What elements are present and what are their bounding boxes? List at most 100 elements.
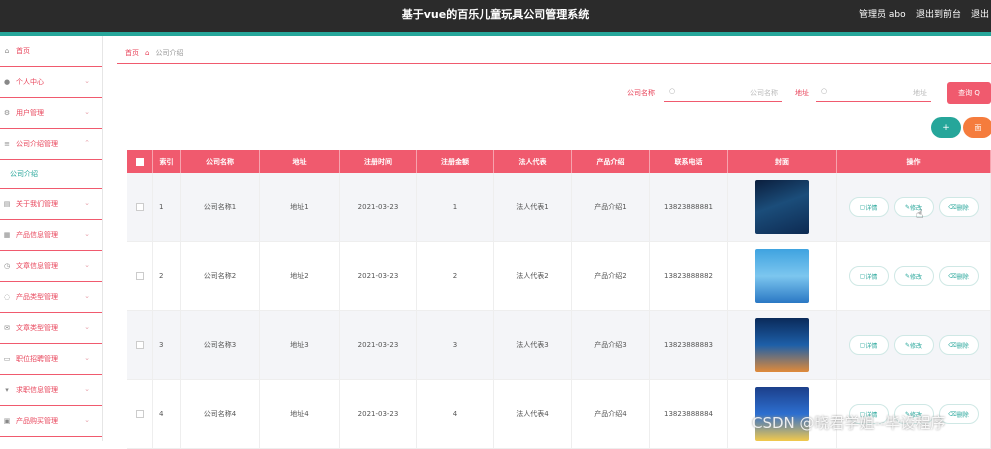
sidebar-item-label: 求职信息管理 <box>16 386 58 394</box>
cell-reg-amount: 1 <box>417 173 494 241</box>
cell-address: 地址3 <box>260 311 340 379</box>
cell-product-intro: 产品介绍1 <box>572 173 650 241</box>
cell-product-intro: 产品介绍3 <box>572 311 650 379</box>
company-table: 索引 公司名称 地址 注册时间 注册金额 法人代表 产品介绍 联系电话 封面 操… <box>127 150 991 449</box>
cell-reg-amount: 3 <box>417 311 494 379</box>
cell-reg-amount: 2 <box>417 242 494 310</box>
power-icon: ◌ <box>3 293 11 301</box>
sidebar: ⌂ 首页 ● 个人中心 ⌄ ⚙ 用户管理 ⌄ ≡ 公司介绍管理 ⌃ 公司介绍 ▤ 关于我们管理 ⌄… <box>0 36 103 441</box>
query-button[interactable]: 查询 Q <box>947 82 991 104</box>
detail-button[interactable]: ▢ 详情 <box>848 197 889 217</box>
sidebar-subitem-company-intro[interactable]: 公司介绍 <box>0 160 102 189</box>
sidebar-item-label: 产品信息管理 <box>16 231 58 239</box>
cell-index: 4 <box>153 380 181 448</box>
search-icon: ○ <box>669 87 676 95</box>
col-phone: 联系电话 <box>650 150 728 173</box>
cover-image[interactable] <box>755 249 809 303</box>
cell-phone: 13823888882 <box>650 242 728 310</box>
chevron-down-icon: ⌄ <box>84 199 90 207</box>
col-reg-amount: 注册金额 <box>417 150 494 173</box>
delete-button[interactable]: ⌫ 删除 <box>938 266 979 286</box>
select-all-checkbox[interactable] <box>135 157 144 166</box>
chevron-down-icon: ⌄ <box>84 261 90 269</box>
cell-phone: 13823888883 <box>650 311 728 379</box>
watermark: CSDN @晓君学姐--毕设程序 <box>752 414 946 432</box>
edit-button[interactable]: ✎ 修改 <box>893 197 934 217</box>
sidebar-item-article-types[interactable]: ✉ 文章类型管理 ⌄ <box>0 313 102 344</box>
sidebar-item-users[interactable]: ⚙ 用户管理 ⌄ <box>0 98 102 129</box>
list-icon: ≡ <box>4 140 10 148</box>
logout-link[interactable]: 退出 <box>971 7 989 20</box>
chevron-down-icon: ⌄ <box>84 292 90 300</box>
row-checkbox[interactable] <box>135 410 144 418</box>
col-index: 索引 <box>153 150 181 173</box>
row-select-cell[interactable] <box>127 173 153 241</box>
settings-icon: ⚙ <box>3 109 11 117</box>
cell-legal-rep: 法人代表2 <box>494 242 572 310</box>
row-select-cell[interactable] <box>127 311 153 379</box>
cell-reg-date: 2021-03-23 <box>340 173 417 241</box>
row-checkbox[interactable] <box>135 203 144 211</box>
cell-cover <box>728 173 837 241</box>
cell-legal-rep: 法人代表1 <box>494 173 572 241</box>
sidebar-item-applications[interactable]: ▾ 求职信息管理 ⌄ <box>0 375 102 406</box>
address-placeholder: 地址 <box>913 89 927 97</box>
detail-button[interactable]: ▢ 详情 <box>848 335 889 355</box>
cell-index: 1 <box>153 173 181 241</box>
cell-address: 地址2 <box>260 242 340 310</box>
delete-button[interactable]: ⌫ 删除 <box>938 197 979 217</box>
cell-company-name: 公司名称4 <box>181 380 260 448</box>
chevron-down-icon: ⌄ <box>84 416 90 424</box>
row-select-cell[interactable] <box>127 242 153 310</box>
sidebar-item-label: 产品购买管理 <box>16 417 58 425</box>
sidebar-item-company-intro-mgmt[interactable]: ≡ 公司介绍管理 ⌃ <box>0 129 102 160</box>
edit-button[interactable]: ✎ 修改 <box>893 335 934 355</box>
sidebar-item-jobs[interactable]: ▭ 职位招聘管理 ⌄ <box>0 344 102 375</box>
sidebar-item-label: 文章类型管理 <box>16 324 58 332</box>
chevron-down-icon: ⌄ <box>84 108 90 116</box>
mail-icon: ✉ <box>4 324 10 332</box>
breadcrumb-home[interactable]: 首页 <box>125 48 139 58</box>
edit-label: 修改 <box>910 273 923 281</box>
cover-image[interactable] <box>755 318 809 372</box>
add-button[interactable]: + <box>931 117 961 138</box>
breadcrumb-current: 公司介绍 <box>155 48 184 57</box>
sidebar-item-about[interactable]: ▤ 关于我们管理 ⌄ <box>0 189 102 220</box>
sidebar-item-label: 文章信息管理 <box>16 262 58 270</box>
delete-label: 删除 <box>956 411 969 419</box>
sidebar-item-profile[interactable]: ● 个人中心 ⌄ <box>0 67 102 98</box>
address-input[interactable]: ○ 地址 <box>816 82 931 102</box>
edit-button[interactable]: ✎ 修改 <box>893 266 934 286</box>
row-checkbox[interactable] <box>135 272 144 280</box>
cell-index: 3 <box>153 311 181 379</box>
delete-button[interactable]: ⌫ 删除 <box>938 335 979 355</box>
sidebar-item-label: 公司介绍管理 <box>16 140 58 148</box>
table-body: 1 公司名称1 地址1 2021-03-23 1 法人代表1 产品介绍1 138… <box>127 173 991 449</box>
back-to-front-link[interactable]: 退出到前台 <box>916 7 961 20</box>
cell-actions: ▢ 详情 ✎ 修改 ⌫ 删除 <box>837 173 991 241</box>
table-header: 索引 公司名称 地址 注册时间 注册金额 法人代表 产品介绍 联系电话 封面 操… <box>127 150 991 173</box>
select-all-cell[interactable] <box>127 150 153 173</box>
cell-address: 地址4 <box>260 380 340 448</box>
cell-legal-rep: 法人代表4 <box>494 380 572 448</box>
chevron-down-icon: ⌄ <box>84 77 90 85</box>
detail-button[interactable]: ▢ 详情 <box>848 266 889 286</box>
cover-image[interactable] <box>755 180 809 234</box>
sidebar-item-purchases[interactable]: ▣ 产品购买管理 ⌄ <box>0 406 102 437</box>
col-product-intro: 产品介绍 <box>572 150 650 173</box>
sidebar-item-product-types[interactable]: ◌ 产品类型管理 ⌄ <box>0 282 102 313</box>
detail-label: 详情 <box>865 204 878 212</box>
sidebar-item-home[interactable]: ⌂ 首页 <box>0 36 102 67</box>
batch-delete-button[interactable]: 面 <box>963 117 991 138</box>
col-company-name: 公司名称 <box>181 150 260 173</box>
sidebar-item-products[interactable]: ▦ 产品信息管理 ⌄ <box>0 220 102 251</box>
company-name-placeholder: 公司名称 <box>750 89 778 97</box>
row-select-cell[interactable] <box>127 380 153 448</box>
cell-product-intro: 产品介绍2 <box>572 242 650 310</box>
sidebar-item-articles[interactable]: ◷ 文章信息管理 ⌄ <box>0 251 102 282</box>
sidebar-item-label: 关于我们管理 <box>16 200 58 208</box>
delete-label: 删除 <box>956 273 969 281</box>
row-checkbox[interactable] <box>135 341 144 349</box>
address-label: 地址 <box>795 89 809 97</box>
company-name-input[interactable]: ○ 公司名称 <box>664 82 782 102</box>
